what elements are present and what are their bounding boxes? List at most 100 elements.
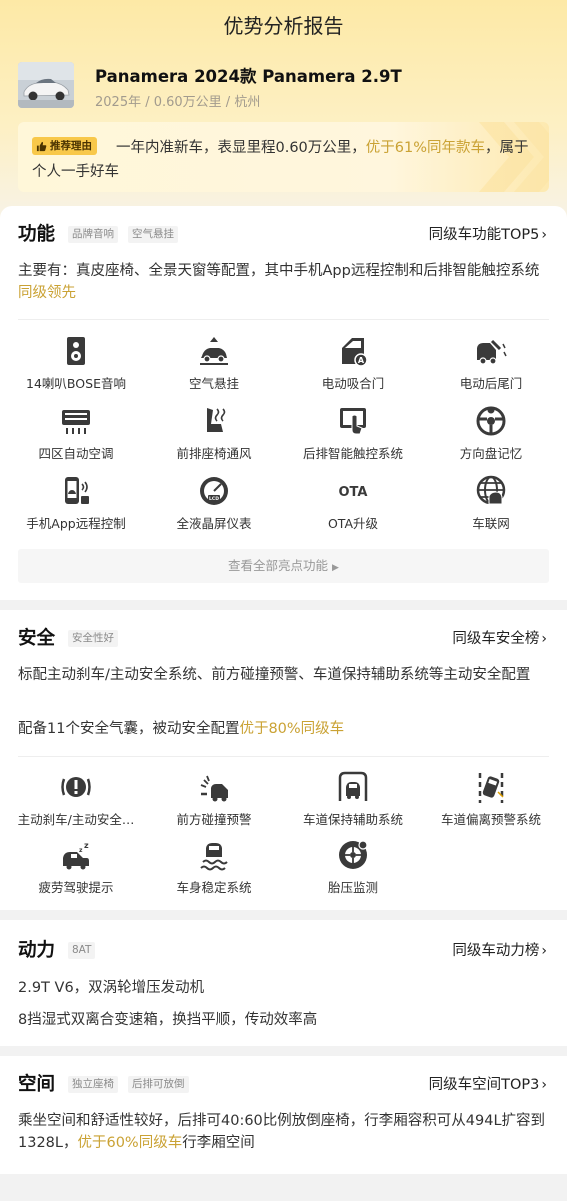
space-tag-2: 后排可放倒 — [128, 1076, 189, 1093]
safety-rank-label: 同级车安全榜 — [452, 631, 540, 647]
car-name: Panamera 2024款 Panamera 2.9T — [95, 67, 402, 86]
climate-control-icon — [62, 410, 90, 434]
svg-text:LCD: LCD — [209, 496, 219, 502]
feature-item[interactable]: 前排座椅通风 — [144, 404, 284, 462]
svg-text:OTA: OTA — [339, 485, 368, 500]
feature-label: 空气悬挂 — [188, 376, 239, 391]
features-card: 功能 品牌音响 空气悬挂 同级车功能TOP5 › 主要有：真皮座椅、全景天窗等配置… — [0, 206, 567, 600]
power-engine-text: 2.9T V6，双涡轮增压发动机 — [18, 980, 205, 996]
safety-item[interactable]: 车道保持辅助系统 — [283, 770, 423, 828]
chevron-right-icon: › — [541, 1077, 547, 1093]
safety-tag-1: 安全性好 — [68, 630, 118, 647]
safety-desc2-highlight: 优于80%同级车 — [239, 721, 345, 737]
air-suspension-icon — [200, 337, 228, 365]
feature-item[interactable]: 手机App远程控制 — [6, 474, 146, 532]
safety-item[interactable]: z z 疲劳驾驶提示 — [6, 838, 146, 896]
safety-desc2-main: 配备11个安全气囊，被动安全配置 — [18, 721, 240, 737]
power-rank-link[interactable]: 同级车动力榜 › — [452, 939, 547, 960]
feature-label: 电动吸合门 — [321, 376, 385, 391]
safety-item[interactable]: 主动刹车/主动安全… — [6, 770, 146, 828]
svg-text:z: z — [79, 847, 83, 854]
safety-label: 疲劳驾驶提示 — [38, 880, 114, 895]
chevron-right-icon: › — [541, 227, 547, 243]
safety-divider — [18, 756, 549, 757]
tire-pressure-icon — [339, 840, 368, 869]
recommend-reason-tag: 推荐理由 — [32, 137, 97, 155]
feature-item[interactable]: 四区自动空调 — [6, 404, 146, 462]
safety-item[interactable]: 胎压监测 — [283, 838, 423, 896]
features-desc-highlight: 同级领先 — [18, 285, 76, 301]
safety-label: 车道保持辅助系统 — [302, 812, 403, 827]
safety-label: 车道偏离预警系统 — [440, 812, 541, 827]
stability-control-icon — [200, 843, 228, 871]
features-title: 功能 — [18, 224, 56, 245]
feature-item[interactable]: A 电动吸合门 — [283, 334, 423, 392]
reason-text-part1: 一年内准新车，表显里程0.60万公里， — [116, 140, 366, 156]
recommend-reason-box: 一年内准新车，表显里程0.60万公里，优于61%同年款车，属于个人一手好车 推荐… — [18, 122, 549, 192]
view-all-features-button[interactable]: 查看全部亮点功能 ▶ — [18, 549, 549, 583]
triangle-right-icon: ▶ — [332, 563, 339, 573]
reason-tag-label: 推荐理由 — [50, 140, 92, 152]
feature-label: 手机App远程控制 — [26, 516, 126, 531]
svg-text:A: A — [358, 356, 365, 365]
feature-item[interactable]: OTA OTA升级 — [283, 474, 423, 532]
safety-label: 车身稳定系统 — [176, 880, 252, 895]
view-all-features-label: 查看全部亮点功能 — [228, 558, 329, 573]
space-desc-highlight: 优于60%同级车 — [77, 1135, 183, 1151]
feature-label: 后排智能触控系统 — [302, 446, 403, 461]
thumbs-up-icon — [36, 141, 47, 151]
power-card: 动力 8AT 同级车动力榜 › 2.9T V6，双涡轮增压发动机 8挡湿式双离合变… — [0, 920, 567, 1046]
reason-highlight: 优于61%同年款车 — [365, 140, 486, 156]
car-thumbnail[interactable] — [18, 62, 74, 108]
steering-memory-icon — [476, 406, 506, 436]
safety-item[interactable]: 车道偏离预警系统 — [421, 770, 561, 828]
lane-keep-icon — [338, 771, 368, 801]
chevron-right-icon: › — [541, 631, 547, 647]
page-title: 优势分析报告 — [223, 14, 344, 38]
feature-item[interactable]: 方向盘记忆 — [421, 404, 561, 462]
feature-label: 四区自动空调 — [38, 446, 114, 461]
safety-card: 安全 安全性好 同级车安全榜 › 标配主动刹车/主动安全系统、前方碰撞预警、车道保… — [0, 610, 567, 910]
feature-item[interactable]: 14喇叭BOSE音响 — [6, 334, 146, 392]
feature-item[interactable]: 车联网 — [421, 474, 561, 532]
speaker-icon — [67, 337, 85, 365]
safety-label: 主动刹车/主动安全… — [17, 812, 135, 827]
space-description: 乘坐空间和舒适性较好，后排可40:60比例放倒座椅，行李厢容积可从494L扩容到… — [18, 1110, 548, 1154]
feature-label: 电动后尾门 — [459, 376, 523, 391]
feature-label: 全液晶屏仪表 — [176, 516, 252, 531]
safety-item[interactable]: 车身稳定系统 — [144, 838, 284, 896]
svg-text:z: z — [84, 841, 89, 850]
fatigue-alert-icon: z z — [63, 841, 89, 870]
features-tag-1: 品牌音响 — [68, 226, 118, 243]
active-brake-icon — [61, 777, 91, 797]
space-card: 空间 独立座椅 后排可放倒 同级车空间TOP3 › 乘坐空间和舒适性较好，后排可4… — [0, 1056, 567, 1174]
feature-item[interactable]: 电动后尾门 — [421, 334, 561, 392]
feature-item[interactable]: 空气悬挂 — [144, 334, 284, 392]
space-tag-1: 独立座椅 — [68, 1076, 118, 1093]
space-rank-label: 同级车空间TOP3 — [428, 1077, 540, 1093]
globe-icon — [476, 475, 506, 505]
report-header: 优势分析报告 Panamera 2024款 Panamera 2.9T 2025… — [0, 0, 567, 230]
feature-label: 14喇叭BOSE音响 — [26, 376, 126, 391]
rear-touch-control-icon — [340, 408, 366, 435]
feature-label: OTA升级 — [327, 516, 379, 531]
space-desc-tail: 行李厢空间 — [182, 1135, 255, 1151]
feature-item[interactable]: 后排智能触控系统 — [283, 404, 423, 462]
recommend-reason-text: 一年内准新车，表显里程0.60万公里，优于61%同年款车，属于个人一手好车 — [32, 136, 542, 184]
features-rank-label: 同级车功能TOP5 — [428, 227, 540, 243]
safety-description-1: 标配主动刹车/主动安全系统、前方碰撞预警、车道保持辅助系统等主动安全配置 — [18, 667, 531, 683]
power-gearbox-text: 8挡湿式双离合变速箱，换挡平顺，传动效率高 — [18, 1012, 318, 1028]
space-rank-link[interactable]: 同级车空间TOP3 › — [429, 1073, 547, 1094]
power-tailgate-icon — [477, 339, 507, 365]
feature-item[interactable]: LCD 全液晶屏仪表 — [144, 474, 284, 532]
safety-rank-link[interactable]: 同级车安全榜 › — [452, 627, 547, 648]
safety-label: 前方碰撞预警 — [176, 812, 252, 827]
features-rank-link[interactable]: 同级车功能TOP5 › — [429, 223, 547, 244]
safety-title: 安全 — [18, 628, 56, 649]
power-tag-1: 8AT — [68, 942, 96, 959]
feature-label: 方向盘记忆 — [459, 446, 523, 461]
features-description: 主要有：真皮座椅、全景天窗等配置，其中手机App远程控制和后排智能触控系统同级领… — [18, 260, 548, 304]
safety-label: 胎压监测 — [327, 880, 378, 895]
features-tag-2: 空气悬挂 — [128, 226, 178, 243]
safety-item[interactable]: 前方碰撞预警 — [144, 770, 284, 828]
